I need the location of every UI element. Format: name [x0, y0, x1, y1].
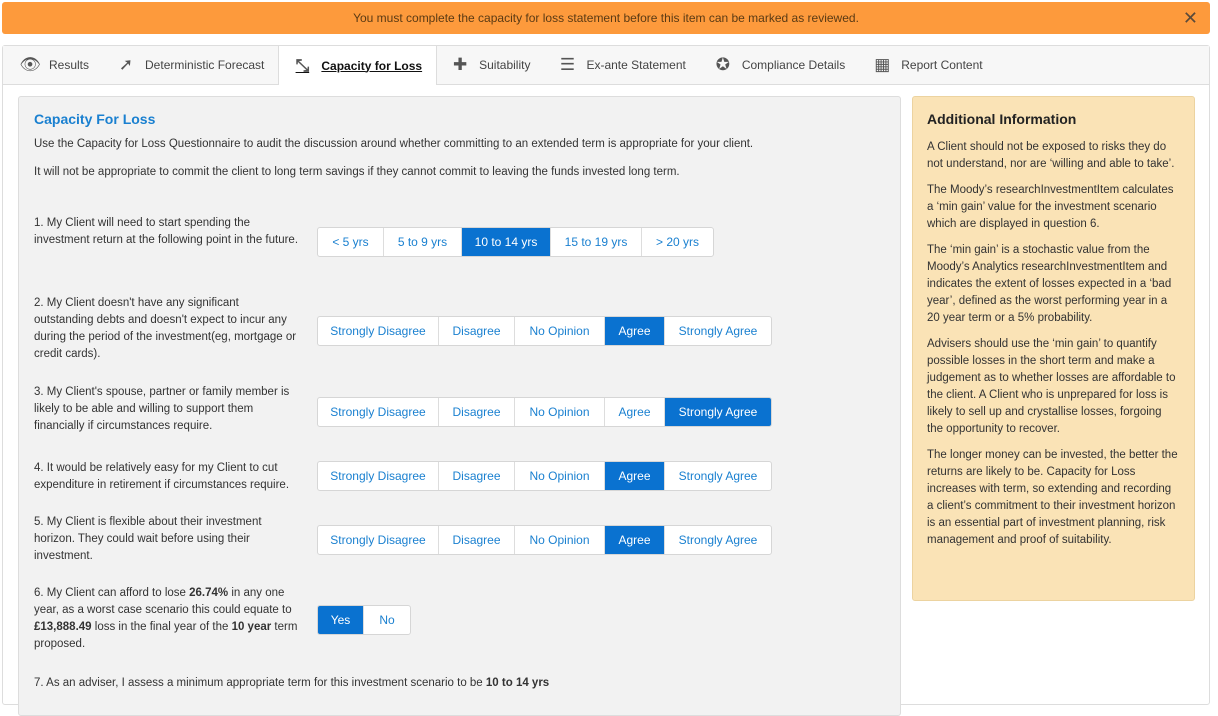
document-arrow-icon: ☰: [559, 55, 576, 74]
question-4: 4. It would be relatively easy for my Cl…: [34, 462, 290, 491]
info-paragraph: The Moody’s researchInvestmentItem calcu…: [927, 184, 1174, 230]
question-7: 7. As an adviser, I assess a minimum app…: [34, 677, 549, 689]
warning-banner: You must complete the capacity for loss …: [2, 2, 1210, 34]
q7-text: 7. As an adviser, I assess a minimum app…: [34, 677, 486, 689]
capacity-for-loss-panel: Capacity For Loss Use the Capacity for L…: [18, 96, 901, 716]
q6-option-yes[interactable]: Yes: [318, 606, 364, 634]
info-paragraph: The longer money can be invested, the be…: [927, 449, 1178, 546]
tab-bar: 👁 Results ➚ Deterministic Forecast ⤡ Capacity…: [3, 46, 1209, 85]
q3-option-no-opinion[interactable]: No Opinion: [515, 398, 605, 426]
q1-option-5-yrs[interactable]: < 5 yrs: [318, 228, 384, 256]
q2-option-agree[interactable]: Agree: [605, 317, 665, 345]
q3-option-strongly-disagree[interactable]: Strongly Disagree: [318, 398, 439, 426]
tab-label: Ex-ante Statement: [586, 58, 686, 72]
q2-answer-group: Strongly Disagree Disagree No Opinion Agree…: [317, 316, 772, 346]
tab-compliance-details[interactable]: ✪ Compliance Details: [700, 46, 859, 84]
q5-option-no-opinion[interactable]: No Opinion: [515, 526, 605, 554]
q3-option-strongly-agree[interactable]: Strongly Agree: [665, 398, 771, 426]
intro-text-1: Use the Capacity for Loss Questionnaire …: [34, 138, 754, 150]
question-1: 1. My Client will need to start spending…: [34, 217, 299, 246]
tab-label: Deterministic Forecast: [145, 58, 265, 72]
tab-report-content[interactable]: ▦ Report Content: [859, 46, 996, 84]
q3-option-disagree[interactable]: Disagree: [439, 398, 515, 426]
q5-option-disagree[interactable]: Disagree: [439, 526, 515, 554]
question-6: 6. My Client can afford to lose 26.74% i…: [34, 585, 299, 653]
q2-option-strongly-disagree[interactable]: Strongly Disagree: [318, 317, 439, 345]
tab-label: Capacity for Loss: [321, 58, 423, 73]
info-paragraph: Advisers should use the ‘min gain’ to qu…: [927, 338, 1176, 435]
q1-answer-group: < 5 yrs 5 to 9 yrs 10 to 14 yrs 15 to 19 yr…: [317, 227, 714, 257]
q6-option-no[interactable]: No: [364, 606, 410, 634]
q5-option-strongly-disagree[interactable]: Strongly Disagree: [318, 526, 439, 554]
tab-suitability[interactable]: ✚ Suitability: [437, 46, 544, 84]
tab-deterministic-forecast[interactable]: ➚ Deterministic Forecast: [103, 46, 278, 84]
tab-label: Results: [49, 58, 90, 72]
q4-option-strongly-agree[interactable]: Strongly Agree: [665, 462, 771, 490]
question-5: 5. My Client is flexible about their inv…: [34, 516, 262, 562]
q4-option-strongly-disagree[interactable]: Strongly Disagree: [318, 462, 439, 490]
q4-option-disagree[interactable]: Disagree: [439, 462, 515, 490]
q4-option-agree[interactable]: Agree: [605, 462, 665, 490]
loss-amount: £13,888.49: [34, 621, 92, 633]
tab-results[interactable]: 👁 Results: [7, 46, 103, 84]
q5-answer-group: Strongly Disagree Disagree No Opinion Agree…: [317, 525, 772, 555]
q1-option-15-to-19-yrs[interactable]: 15 to 19 yrs: [551, 228, 642, 256]
q1-option-20-yrs[interactable]: > 20 yrs: [642, 228, 713, 256]
q2-option-no-opinion[interactable]: No Opinion: [515, 317, 605, 345]
side-title: Additional Information: [927, 111, 1077, 127]
q3-answer-group: Strongly Disagree Disagree No Opinion Agree…: [317, 397, 772, 427]
tab-ex-ante-statement[interactable]: ☰ Ex-ante Statement: [544, 46, 699, 84]
tab-capacity-for-loss[interactable]: ⤡ Capacity for Loss: [278, 46, 438, 85]
forecast-icon: ➚: [118, 55, 134, 74]
q4-option-no-opinion[interactable]: No Opinion: [515, 462, 605, 490]
q1-option-5-to-9-yrs[interactable]: 5 to 9 yrs: [384, 228, 462, 256]
q2-option-disagree[interactable]: Disagree: [439, 317, 515, 345]
q2-option-strongly-agree[interactable]: Strongly Agree: [665, 317, 771, 345]
layout-icon: ▦: [874, 55, 891, 74]
tab-label: Report Content: [901, 58, 983, 72]
q1-option-10-to-14-yrs[interactable]: 10 to 14 yrs: [462, 228, 551, 256]
info-paragraph: The ‘min gain’ is a stochastic value fro…: [927, 244, 1172, 324]
eye-icon: 👁: [19, 55, 41, 74]
q6-text: 6. My Client can afford to lose: [34, 587, 190, 599]
award-icon: ✪: [715, 55, 730, 74]
q6-text: loss in the final year of the: [91, 621, 232, 633]
puzzle-icon: ✚: [452, 55, 468, 74]
q6-answer-group: Yes No: [317, 605, 411, 635]
tab-label: Compliance Details: [741, 58, 846, 72]
compress-icon: ⤡: [295, 55, 310, 75]
term-years: 10 year: [231, 621, 272, 633]
info-paragraph: A Client should not be exposed to risks …: [927, 141, 1175, 170]
q3-option-agree[interactable]: Agree: [605, 398, 665, 426]
intro-text-2: It will not be appropriate to commit the…: [34, 166, 680, 178]
question-2: 2. My Client doesn't have any significan…: [34, 297, 297, 360]
q5-option-agree[interactable]: Agree: [605, 526, 665, 554]
assessed-term: 10 to 14 yrs: [485, 677, 550, 689]
loss-percent: 26.74%: [189, 587, 229, 599]
additional-information-panel: Additional Information A Client should n…: [912, 96, 1195, 601]
banner-message: You must complete the capacity for loss …: [353, 11, 859, 25]
close-icon[interactable]: ✕: [1183, 8, 1198, 29]
tab-label: Suitability: [479, 58, 531, 72]
question-3: 3. My Client's spouse, partner or family…: [34, 386, 290, 432]
q4-answer-group: Strongly Disagree Disagree No Opinion Agree…: [317, 461, 772, 491]
q5-option-strongly-agree[interactable]: Strongly Agree: [665, 526, 771, 554]
panel-title: Capacity For Loss: [34, 111, 156, 127]
